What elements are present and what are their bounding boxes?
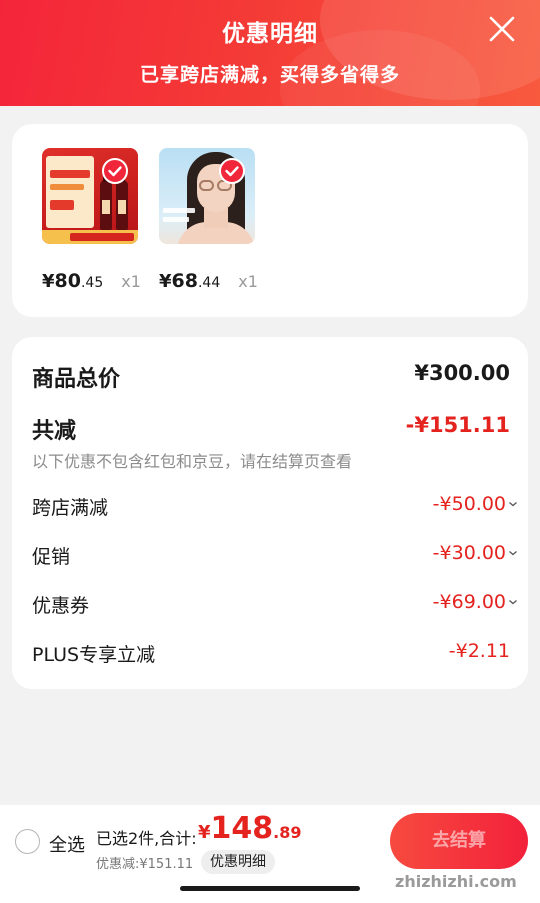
discount-row-coupon[interactable]: 优惠券 -¥69.00 xyxy=(32,591,517,619)
price-decimal: .44 xyxy=(197,275,221,291)
total-integer: 148 xyxy=(210,811,274,846)
discount-summary-card: 商品总价 ¥300.00 共减 -¥151.11 以下优惠不包含红包和京豆，请在… xyxy=(12,337,528,689)
products-card: ¥80.45 x1 ¥68.44 x1 xyxy=(12,124,528,317)
product-quantity: x1 xyxy=(238,272,258,291)
selected-count-text: 已选2件,合计: xyxy=(96,829,197,848)
home-indicator[interactable] xyxy=(180,886,360,891)
header: 优惠明细 已享跨店满减，买得多省得多 xyxy=(0,0,540,106)
saved-amount-text: 优惠减:¥151.11 xyxy=(96,857,194,872)
price-integer: 68 xyxy=(171,270,198,292)
total-reduction-row: 共减 -¥151.11 xyxy=(32,413,510,444)
page-subtitle: 已享跨店满减，买得多省得多 xyxy=(139,64,400,86)
discount-row-promotion[interactable]: 促销 -¥30.00 xyxy=(32,542,517,570)
discount-label: 跨店满减 xyxy=(32,497,109,519)
product-image-glasses[interactable] xyxy=(159,148,255,244)
discount-value: -¥2.11 xyxy=(448,640,510,662)
total-reduction-label: 共减 xyxy=(32,419,77,444)
discount-row-cross-store[interactable]: 跨店满减 -¥50.00 xyxy=(32,493,517,521)
price-currency: ¥ xyxy=(159,271,172,292)
price-decimal: .45 xyxy=(80,275,104,291)
discount-value: -¥30.00 xyxy=(432,542,506,564)
discount-row-plus: PLUS专享立减 -¥2.11 xyxy=(32,640,510,668)
discount-label: 促销 xyxy=(32,546,71,568)
total-price-value: ¥300.00 xyxy=(414,361,510,385)
total-price-row: 商品总价 ¥300.00 xyxy=(32,361,510,392)
product-item[interactable] xyxy=(159,148,255,244)
chevron-down-icon[interactable] xyxy=(508,597,518,607)
product-quantity: x1 xyxy=(121,272,141,291)
checkout-button[interactable]: 去结算 xyxy=(390,813,528,869)
total-decimal: .89 xyxy=(273,823,302,842)
selected-check-icon[interactable] xyxy=(102,158,128,184)
selected-check-icon[interactable] xyxy=(219,158,245,184)
discount-value: -¥69.00 xyxy=(432,591,506,613)
product-image-wine[interactable] xyxy=(42,148,138,244)
grand-total: ¥148.89 xyxy=(198,811,302,846)
total-reduction-value: -¥151.11 xyxy=(405,413,510,437)
product-price: ¥68.44 x1 xyxy=(159,270,279,292)
chevron-down-icon[interactable] xyxy=(508,499,518,509)
discount-label: 优惠券 xyxy=(32,595,90,617)
total-currency: ¥ xyxy=(198,822,211,843)
watermark: zhizhizhi.com xyxy=(395,872,517,891)
chevron-down-icon[interactable] xyxy=(508,548,518,558)
total-price-label: 商品总价 xyxy=(32,367,121,392)
page-title: 优惠明细 xyxy=(222,21,318,47)
close-icon xyxy=(489,16,515,42)
discount-detail-button[interactable]: 优惠明细 xyxy=(201,850,275,874)
discount-label: PLUS专享立减 xyxy=(32,644,156,666)
discount-note: 以下优惠不包含红包和京豆，请在结算页查看 xyxy=(32,452,353,471)
select-all-radio[interactable] xyxy=(15,829,40,854)
product-price: ¥80.45 x1 xyxy=(42,270,162,292)
close-button[interactable] xyxy=(488,15,516,43)
product-item[interactable] xyxy=(42,148,138,244)
checkout-bar: 全选 已选2件,合计: ¥148.89 优惠减:¥151.11 优惠明细 去结算 xyxy=(0,805,540,879)
discount-value: -¥50.00 xyxy=(432,493,506,515)
price-currency: ¥ xyxy=(42,271,55,292)
select-all-label[interactable]: 全选 xyxy=(49,831,85,857)
price-integer: 80 xyxy=(54,270,81,292)
